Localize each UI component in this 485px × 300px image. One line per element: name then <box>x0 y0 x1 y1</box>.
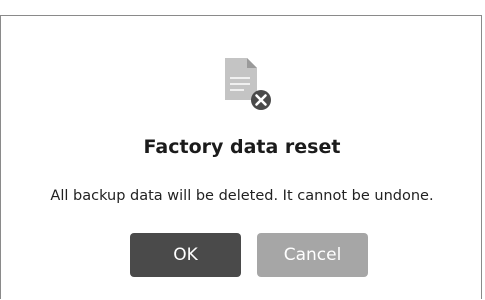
dialog-message: All backup data will be deleted. It cann… <box>50 188 434 204</box>
factory-reset-dialog: Factory data reset All backup data will … <box>0 15 482 299</box>
dialog-title: Factory data reset <box>143 136 341 158</box>
cancel-button[interactable]: Cancel <box>257 233 368 277</box>
ok-button[interactable]: OK <box>130 233 241 277</box>
document-delete-icon <box>217 56 273 116</box>
